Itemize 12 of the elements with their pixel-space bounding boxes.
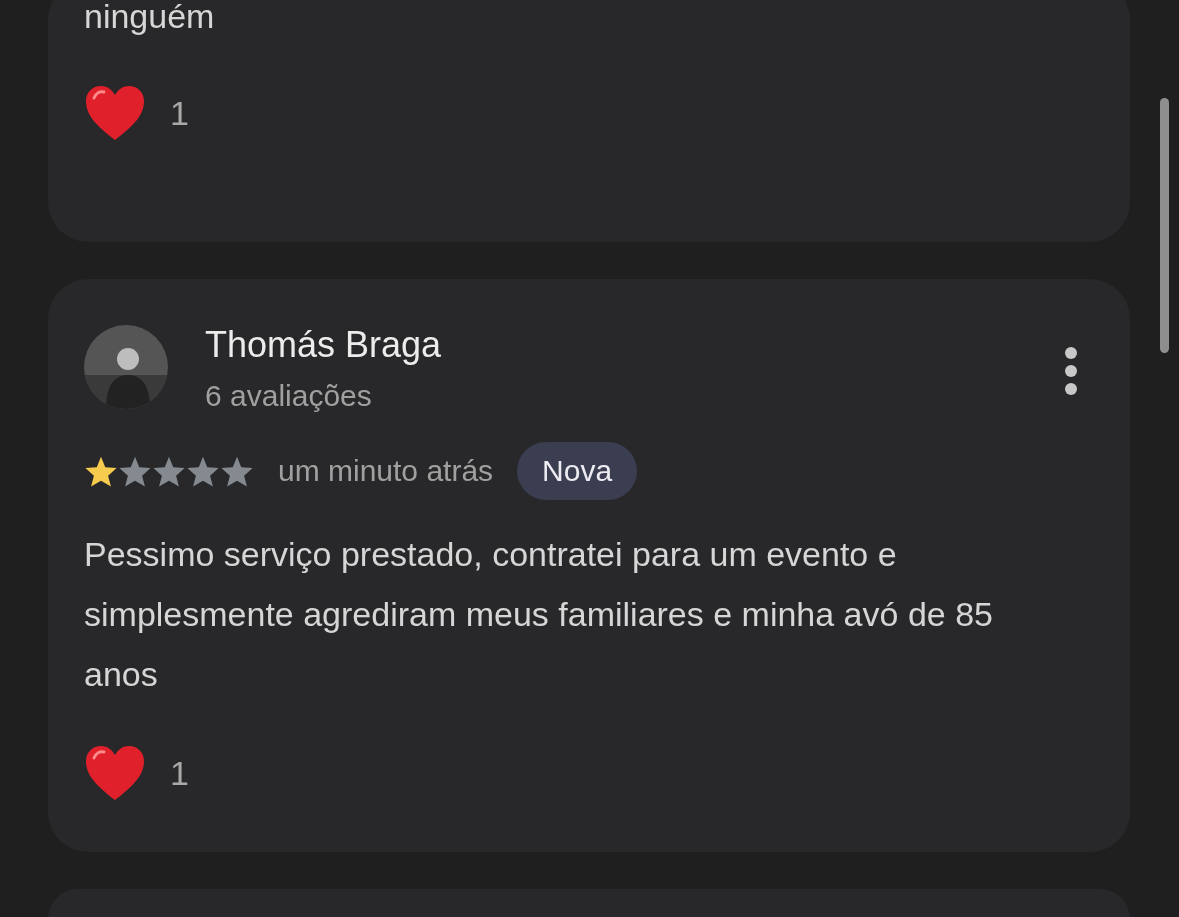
- new-badge: Nova: [517, 442, 638, 500]
- review-count: 6 avaliações: [205, 378, 373, 414]
- more-icon: [1064, 346, 1078, 396]
- reaction-count: 1: [170, 753, 189, 793]
- heart-icon: [84, 84, 146, 142]
- author-name[interactable]: Thomás Braga: [205, 322, 1056, 368]
- reaction-count: 1: [170, 93, 189, 133]
- review-text: Pessimo serviço prestado, contratei para um evento e simplesmente agrediram meus familiares e minha avó de 85 anos: [84, 534, 994, 695]
- scrollbar[interactable]: [1160, 98, 1169, 353]
- review-text: ninguém: [84, 0, 216, 37]
- review-time: um minuto atrás: [278, 454, 494, 488]
- heart-icon: [84, 744, 146, 802]
